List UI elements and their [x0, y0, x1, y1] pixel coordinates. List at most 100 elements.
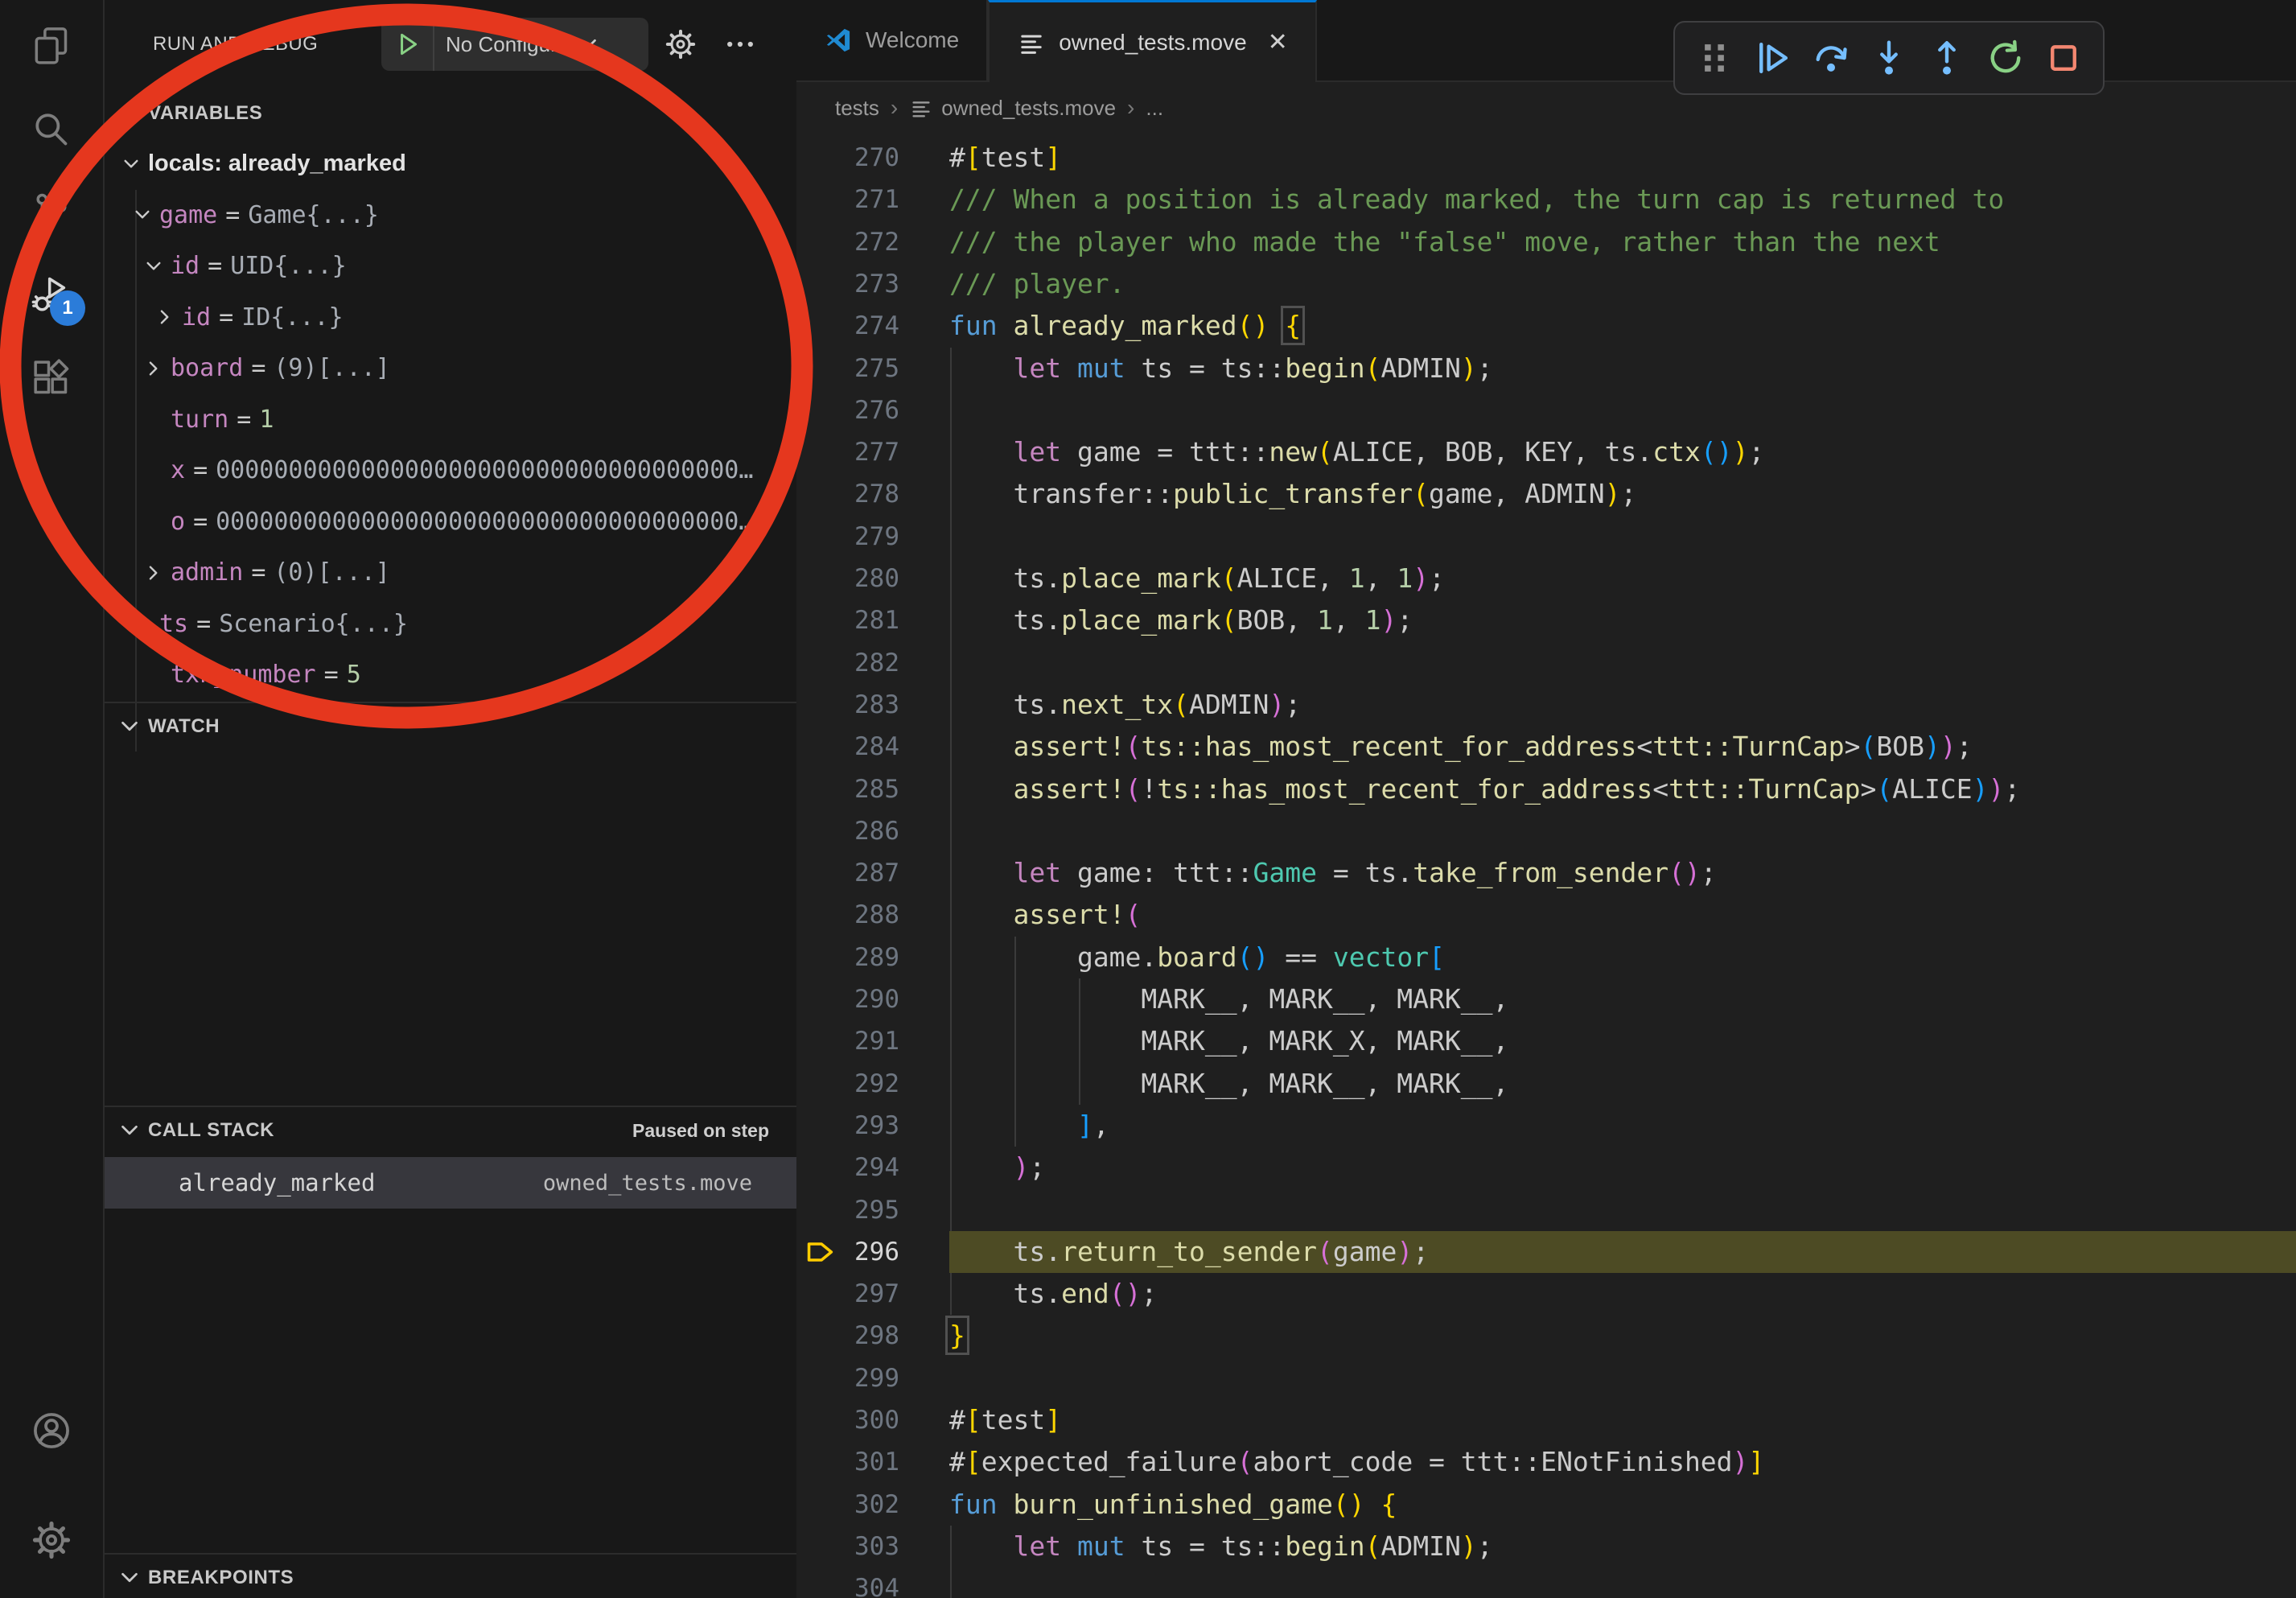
code-line-291[interactable]: 291 MARK__, MARK_X, MARK__, [796, 1020, 2296, 1062]
code-line-280[interactable]: 280 ts.place_mark(ALICE, 1, 1); [796, 558, 2296, 599]
code-line-297[interactable]: 297 ts.end(); [796, 1273, 2296, 1315]
chevron-down-icon [576, 32, 600, 56]
more-actions-icon[interactable] [722, 27, 758, 62]
breadcrumb-item[interactable]: owned_tests.move [909, 96, 1116, 121]
code-line-300[interactable]: 300#[test] [796, 1399, 2296, 1441]
run-and-debug-icon[interactable]: 1 [29, 273, 74, 318]
code-line-282[interactable]: 282 [796, 642, 2296, 684]
variable-row-id[interactable]: id=UID{...} [105, 241, 796, 292]
variable-row-id[interactable]: id=ID{...} [105, 292, 796, 344]
continue-button[interactable] [1752, 38, 1792, 78]
chevron-down-icon[interactable] [143, 256, 171, 277]
code-line-303[interactable]: 303 let mut ts = ts::begin(ADMIN); [796, 1526, 2296, 1567]
chevron-right-icon[interactable] [143, 562, 171, 583]
code-line-287[interactable]: 287 let game: ttt::Game = ts.take_from_s… [796, 852, 2296, 894]
watch-section-header[interactable]: WATCH [105, 703, 796, 750]
code-line-296[interactable]: 296 ts.return_to_sender(game); [796, 1231, 2296, 1273]
code-text: assert!( [949, 894, 1141, 936]
variables-section-header[interactable]: VARIABLES [105, 90, 796, 137]
gear-icon[interactable] [663, 27, 698, 62]
code-text: fun already_marked() { [949, 305, 1301, 347]
stop-button[interactable] [2043, 38, 2084, 78]
code-line-281[interactable]: 281 ts.place_mark(BOB, 1, 1); [796, 599, 2296, 641]
step-out-button[interactable] [1927, 38, 1967, 78]
code-line-298[interactable]: 298} [796, 1315, 2296, 1357]
line-number: 285 [796, 768, 899, 810]
variable-row-txn_number[interactable]: txn_number=5 [105, 649, 796, 701]
code-line-304[interactable]: 304 [796, 1567, 2296, 1598]
code-line-285[interactable]: 285 assert!(!ts::has_most_recent_for_add… [796, 768, 2296, 810]
line-number: 270 [796, 137, 899, 179]
step-over-button[interactable] [1811, 38, 1851, 78]
call-stack-section-header[interactable]: CALL STACK Paused on step [105, 1107, 796, 1154]
source-control-icon[interactable] [29, 190, 74, 235]
vscode-window: 1 RUN AND DEBUG No Configurat VARIABLES … [0, 0, 2296, 1598]
line-number: 304 [796, 1567, 899, 1598]
breadcrumb-item[interactable]: tests [835, 96, 879, 121]
chevron-down-icon[interactable] [132, 613, 159, 634]
code-text: let mut ts = ts::begin(ADMIN); [949, 1526, 1493, 1567]
breadcrumb-item[interactable]: ... [1146, 96, 1163, 121]
breakpoints-section-header[interactable]: BREAKPOINTS [105, 1555, 796, 1598]
variable-row-x[interactable]: x=000000000000000000000000000000000000… [105, 445, 796, 496]
code-line-272[interactable]: 272/// the player who made the "false" m… [796, 221, 2296, 263]
code-line-278[interactable]: 278 transfer::public_transfer(game, ADMI… [796, 473, 2296, 515]
chevron-down-icon[interactable] [121, 154, 148, 175]
code-line-271[interactable]: 271/// When a position is already marked… [796, 179, 2296, 220]
account-icon[interactable] [29, 1408, 74, 1453]
code-line-289[interactable]: 289 game.board() == vector[ [796, 937, 2296, 978]
settings-gear-icon[interactable] [29, 1518, 74, 1563]
code-line-290[interactable]: 290 MARK__, MARK__, MARK__, [796, 978, 2296, 1020]
debug-start-icon[interactable] [394, 31, 422, 58]
code-line-293[interactable]: 293 ], [796, 1105, 2296, 1147]
restart-button[interactable] [1985, 38, 2026, 78]
code-line-301[interactable]: 301#[expected_failure(abort_code = ttt::… [796, 1441, 2296, 1483]
code-editor[interactable]: 270 #[test]271/// When a position is alre… [796, 134, 2296, 1598]
code-text: #[test] [949, 137, 1061, 179]
chevron-right-icon[interactable] [154, 307, 182, 327]
chevron-down-icon [117, 1566, 142, 1590]
code-line-292[interactable]: 292 MARK__, MARK__, MARK__, [796, 1063, 2296, 1105]
tab-welcome[interactable]: Welcome [796, 0, 988, 80]
code-line-284[interactable]: 284 assert!(ts::has_most_recent_for_addr… [796, 726, 2296, 768]
variable-row-locals[interactable]: locals: already_marked [105, 138, 796, 190]
code-line-294[interactable]: 294 ); [796, 1147, 2296, 1188]
code-line-288[interactable]: 288 assert!( [796, 894, 2296, 936]
chevron-down-icon[interactable] [132, 204, 159, 225]
code-line-277[interactable]: 277 let game = ttt::new(ALICE, BOB, KEY,… [796, 431, 2296, 473]
frame-function-name: already_marked [179, 1169, 375, 1196]
search-icon[interactable] [29, 107, 74, 152]
variable-name: admin [171, 558, 243, 587]
drag-handle[interactable] [1694, 38, 1734, 78]
code-line-273[interactable]: 273/// player. [796, 263, 2296, 305]
code-line-283[interactable]: 283 ts.next_tx(ADMIN); [796, 684, 2296, 726]
equals-sign: = [217, 201, 248, 229]
chevron-right-icon[interactable] [143, 358, 171, 379]
debug-config-dropdown[interactable]: No Configurat [381, 18, 648, 71]
code-line-279[interactable]: 279 [796, 516, 2296, 558]
code-line-270[interactable]: 270 #[test] [796, 137, 2296, 179]
equals-sign: = [243, 558, 274, 587]
code-line-274[interactable]: 274fun already_marked() { [796, 305, 2296, 347]
code-line-275[interactable]: 275 let mut ts = ts::begin(ADMIN); [796, 348, 2296, 389]
variable-row-game[interactable]: game=Game{...} [105, 190, 796, 241]
step-into-button[interactable] [1869, 38, 1909, 78]
files-icon[interactable] [29, 24, 74, 69]
variable-row-ts[interactable]: ts=Scenario{...} [105, 599, 796, 650]
call-stack-frame-row[interactable]: already_marked owned_tests.move [105, 1157, 796, 1209]
tab-owned-tests-move[interactable]: owned_tests.move✕ [988, 0, 1317, 82]
code-line-286[interactable]: 286 [796, 810, 2296, 852]
code-line-276[interactable]: 276 [796, 389, 2296, 431]
variable-row-admin[interactable]: admin=(0)[...] [105, 547, 796, 599]
code-line-302[interactable]: 302fun burn_unfinished_game() { [796, 1484, 2296, 1526]
extensions-icon[interactable] [29, 356, 74, 401]
code-line-299[interactable]: 299 [796, 1357, 2296, 1399]
close-icon[interactable]: ✕ [1268, 28, 1288, 56]
line-number: 290 [796, 978, 899, 1020]
variable-row-turn[interactable]: turn=1 [105, 394, 796, 446]
variable-row-o[interactable]: o=000000000000000000000000000000000000… [105, 496, 796, 548]
code-line-295[interactable]: 295 [796, 1189, 2296, 1231]
variable-row-board[interactable]: board=(9)[...] [105, 343, 796, 394]
line-number: 273 [796, 263, 899, 305]
equals-sign: = [211, 303, 241, 332]
